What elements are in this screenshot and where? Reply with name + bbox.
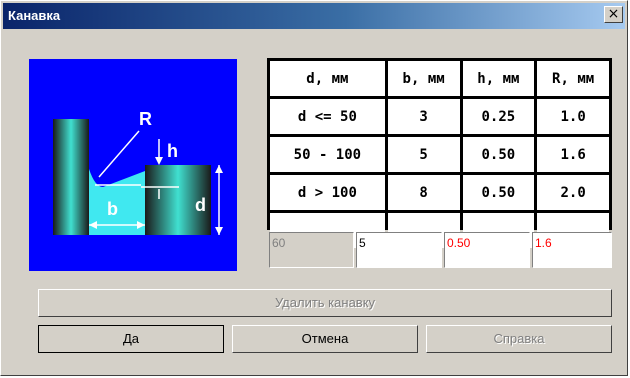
table-cell[interactable]: 3: [387, 99, 460, 134]
r-leader-line: [98, 130, 140, 178]
table-row[interactable]: d <= 50 3 0.25 1.0: [270, 99, 609, 134]
table-cell[interactable]: 5: [387, 137, 460, 172]
table-cell[interactable]: d > 100: [270, 175, 385, 210]
groove-dialog: Канавка × R h b d d, мм b, мм h, мм R, м…: [0, 0, 628, 376]
column-header[interactable]: d, мм: [270, 61, 385, 96]
h-value-field[interactable]: 0.50: [444, 232, 530, 268]
table-cell[interactable]: 1.6: [537, 137, 609, 172]
delete-groove-button[interactable]: Удалить канавку: [38, 289, 612, 317]
table-cell[interactable]: 2.0: [537, 175, 609, 210]
shaft-shoulder: [53, 119, 89, 235]
table-cell[interactable]: 0.25: [462, 99, 535, 134]
label-d: d: [195, 195, 206, 215]
groove-diagram-drawing: R h b d: [53, 109, 223, 235]
close-button[interactable]: ×: [604, 6, 623, 23]
table-cell[interactable]: 0.50: [462, 137, 535, 172]
groove-diagram: R h b d: [29, 59, 237, 271]
label-h: h: [167, 141, 178, 161]
label-r: R: [139, 109, 152, 129]
table-cell[interactable]: 50 - 100: [270, 137, 385, 172]
column-header[interactable]: h, мм: [462, 61, 535, 96]
table-cell[interactable]: d <= 50: [270, 99, 385, 134]
title-bar[interactable]: Канавка ×: [3, 3, 625, 29]
label-b: b: [107, 199, 118, 219]
table-header-row: d, мм b, мм h, мм R, мм: [270, 61, 609, 96]
d-value-field[interactable]: 60: [269, 232, 354, 268]
ok-button[interactable]: Да: [38, 325, 224, 353]
b-value-field[interactable]: 5: [356, 232, 442, 268]
table-cell[interactable]: 0.50: [462, 175, 535, 210]
cancel-button[interactable]: Отмена: [232, 325, 418, 353]
column-header[interactable]: R, мм: [537, 61, 609, 96]
table-cell[interactable]: 1.0: [537, 99, 609, 134]
groove-table: d, мм b, мм h, мм R, мм d <= 50 3 0.25 1…: [267, 58, 612, 248]
table-cell[interactable]: 8: [387, 175, 460, 210]
r-value-field[interactable]: 1.6: [532, 232, 612, 268]
table-row[interactable]: 50 - 100 5 0.50 1.6: [270, 137, 609, 172]
column-header[interactable]: b, мм: [387, 61, 460, 96]
window-title: Канавка: [8, 8, 61, 23]
table-row[interactable]: d > 100 8 0.50 2.0: [270, 175, 609, 210]
help-button[interactable]: Справка: [426, 325, 612, 353]
